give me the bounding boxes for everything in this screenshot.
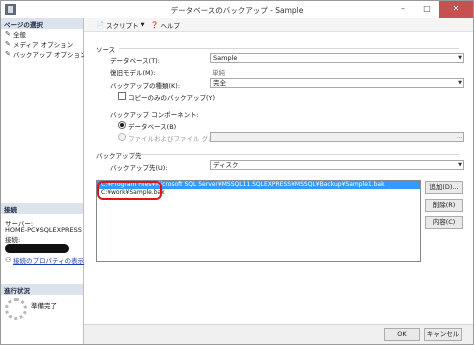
chevron-down-icon: ▼	[140, 21, 145, 28]
minimize-button[interactable]: –	[391, 1, 415, 18]
script-label: スクリプト	[106, 21, 139, 30]
toolbar: 📄 スクリプト ▼ ❓ ヘルプ	[84, 18, 473, 32]
destination-divider	[131, 154, 459, 155]
close-button[interactable]: ✕	[439, 1, 473, 18]
radio-database-label: データベース(B)	[128, 123, 177, 131]
copy-only-checkbox[interactable]	[118, 92, 126, 100]
main-panel: 📄 スクリプト ▼ ❓ ヘルプ ソース データベース(T): Sample ▼ …	[84, 18, 473, 344]
title-bar: データベースのバックアップ - Sample – □ ✕	[1, 1, 473, 19]
file-groups-input: …	[210, 132, 464, 142]
chevron-down-icon: ▼	[458, 162, 462, 168]
recovery-model-value: 単純	[212, 69, 225, 77]
recovery-model-label: 復旧モデル(M):	[110, 69, 156, 77]
chevron-down-icon: ▼	[458, 80, 462, 86]
database-value: Sample	[213, 54, 238, 62]
help-icon: ❓	[150, 20, 159, 29]
destination-section-label: バックアップ先	[96, 152, 142, 160]
server-value: HOME-PC¥SQLEXPRESS	[5, 226, 82, 234]
progress-header: 進行状況	[1, 284, 83, 295]
footer: OK キャンセル	[84, 324, 473, 344]
connection-header: 接続	[1, 203, 83, 214]
backup-to-value: ディスク	[213, 161, 239, 169]
script-icon: 📄	[96, 20, 105, 29]
pages-header: ページの選択	[1, 18, 83, 29]
server-label: サーバー:	[5, 220, 34, 228]
sidebar-item-label: バックアップ オプション	[12, 51, 87, 59]
backup-type-label: バックアップの種類(K):	[110, 82, 181, 90]
progress-status: 準備完了	[31, 302, 57, 310]
window-controls: – □ ✕	[391, 1, 473, 18]
connection-properties-link[interactable]: 接続のプロパティの表示	[13, 255, 84, 265]
cancel-button[interactable]: キャンセル	[424, 328, 462, 341]
sidebar-item-label: 全般	[13, 31, 26, 39]
add-button[interactable]: 追加(D)...	[425, 181, 463, 194]
help-button[interactable]: ❓ ヘルプ	[150, 20, 180, 30]
sidebar-item-backup-options[interactable]: ✎ バックアップ オプション	[1, 49, 86, 60]
contents-button[interactable]: 内容(C)	[425, 216, 463, 229]
ellipsis-icon: …	[457, 134, 462, 140]
ok-button[interactable]: OK	[384, 328, 420, 341]
source-divider	[119, 48, 459, 49]
page-icon: ✎	[5, 30, 11, 38]
connection-label: 接続:	[5, 236, 21, 244]
sidebar-item-media-options[interactable]: ✎ メディア オプション	[1, 39, 83, 50]
remove-button[interactable]: 削除(R)	[425, 199, 463, 212]
radio-database[interactable]	[118, 121, 126, 129]
backup-type-value: 完全	[213, 79, 226, 87]
maximize-button[interactable]: □	[415, 1, 439, 18]
redacted-connection-value	[5, 244, 69, 253]
sidebar-item-general[interactable]: ✎ 全般	[1, 29, 83, 40]
help-label: ヘルプ	[160, 21, 181, 30]
script-button[interactable]: 📄 スクリプト ▼	[96, 20, 144, 30]
connection-properties-link-row[interactable]: ⚇ 接続のプロパティの表示	[1, 255, 84, 266]
connection-section: 接続 サーバー: HOME-PC¥SQLEXPRESS 接続: ⚇ 接続のプロパ…	[1, 203, 84, 266]
database-label: データベース(T):	[110, 57, 160, 65]
page-icon: ✎	[5, 40, 11, 48]
database-select[interactable]: Sample ▼	[210, 53, 464, 63]
source-section-label: ソース	[96, 46, 116, 54]
page-icon: ✎	[5, 50, 11, 58]
sidebar-item-label: メディア オプション	[13, 41, 74, 49]
sidebar: ページの選択 ✎ 全般 ✎ メディア オプション ✎ バックアップ オプション …	[1, 18, 86, 344]
backup-dialog-window: データベースのバックアップ - Sample – □ ✕ ページの選択 ✎ 全般…	[0, 0, 474, 345]
radio-files-filegroups[interactable]	[118, 133, 126, 141]
progress-section: 進行状況 準備完了	[1, 284, 83, 320]
backup-to-label: バックアップ先(U):	[110, 164, 168, 172]
page-selection-section: ページの選択 ✎ 全般 ✎ メディア オプション ✎ バックアップ オプション	[1, 18, 86, 60]
annotation-highlight	[97, 181, 162, 200]
backup-component-label: バックアップ コンポーネント:	[110, 111, 199, 119]
properties-icon: ⚇	[5, 256, 12, 264]
backup-type-select[interactable]: 完全 ▼	[210, 78, 464, 88]
progress-spinner-icon	[5, 298, 27, 320]
backup-to-select[interactable]: ディスク ▼	[210, 160, 464, 170]
copy-only-label: コピーのみのバックアップ(Y)	[128, 94, 216, 102]
chevron-down-icon: ▼	[458, 55, 462, 61]
